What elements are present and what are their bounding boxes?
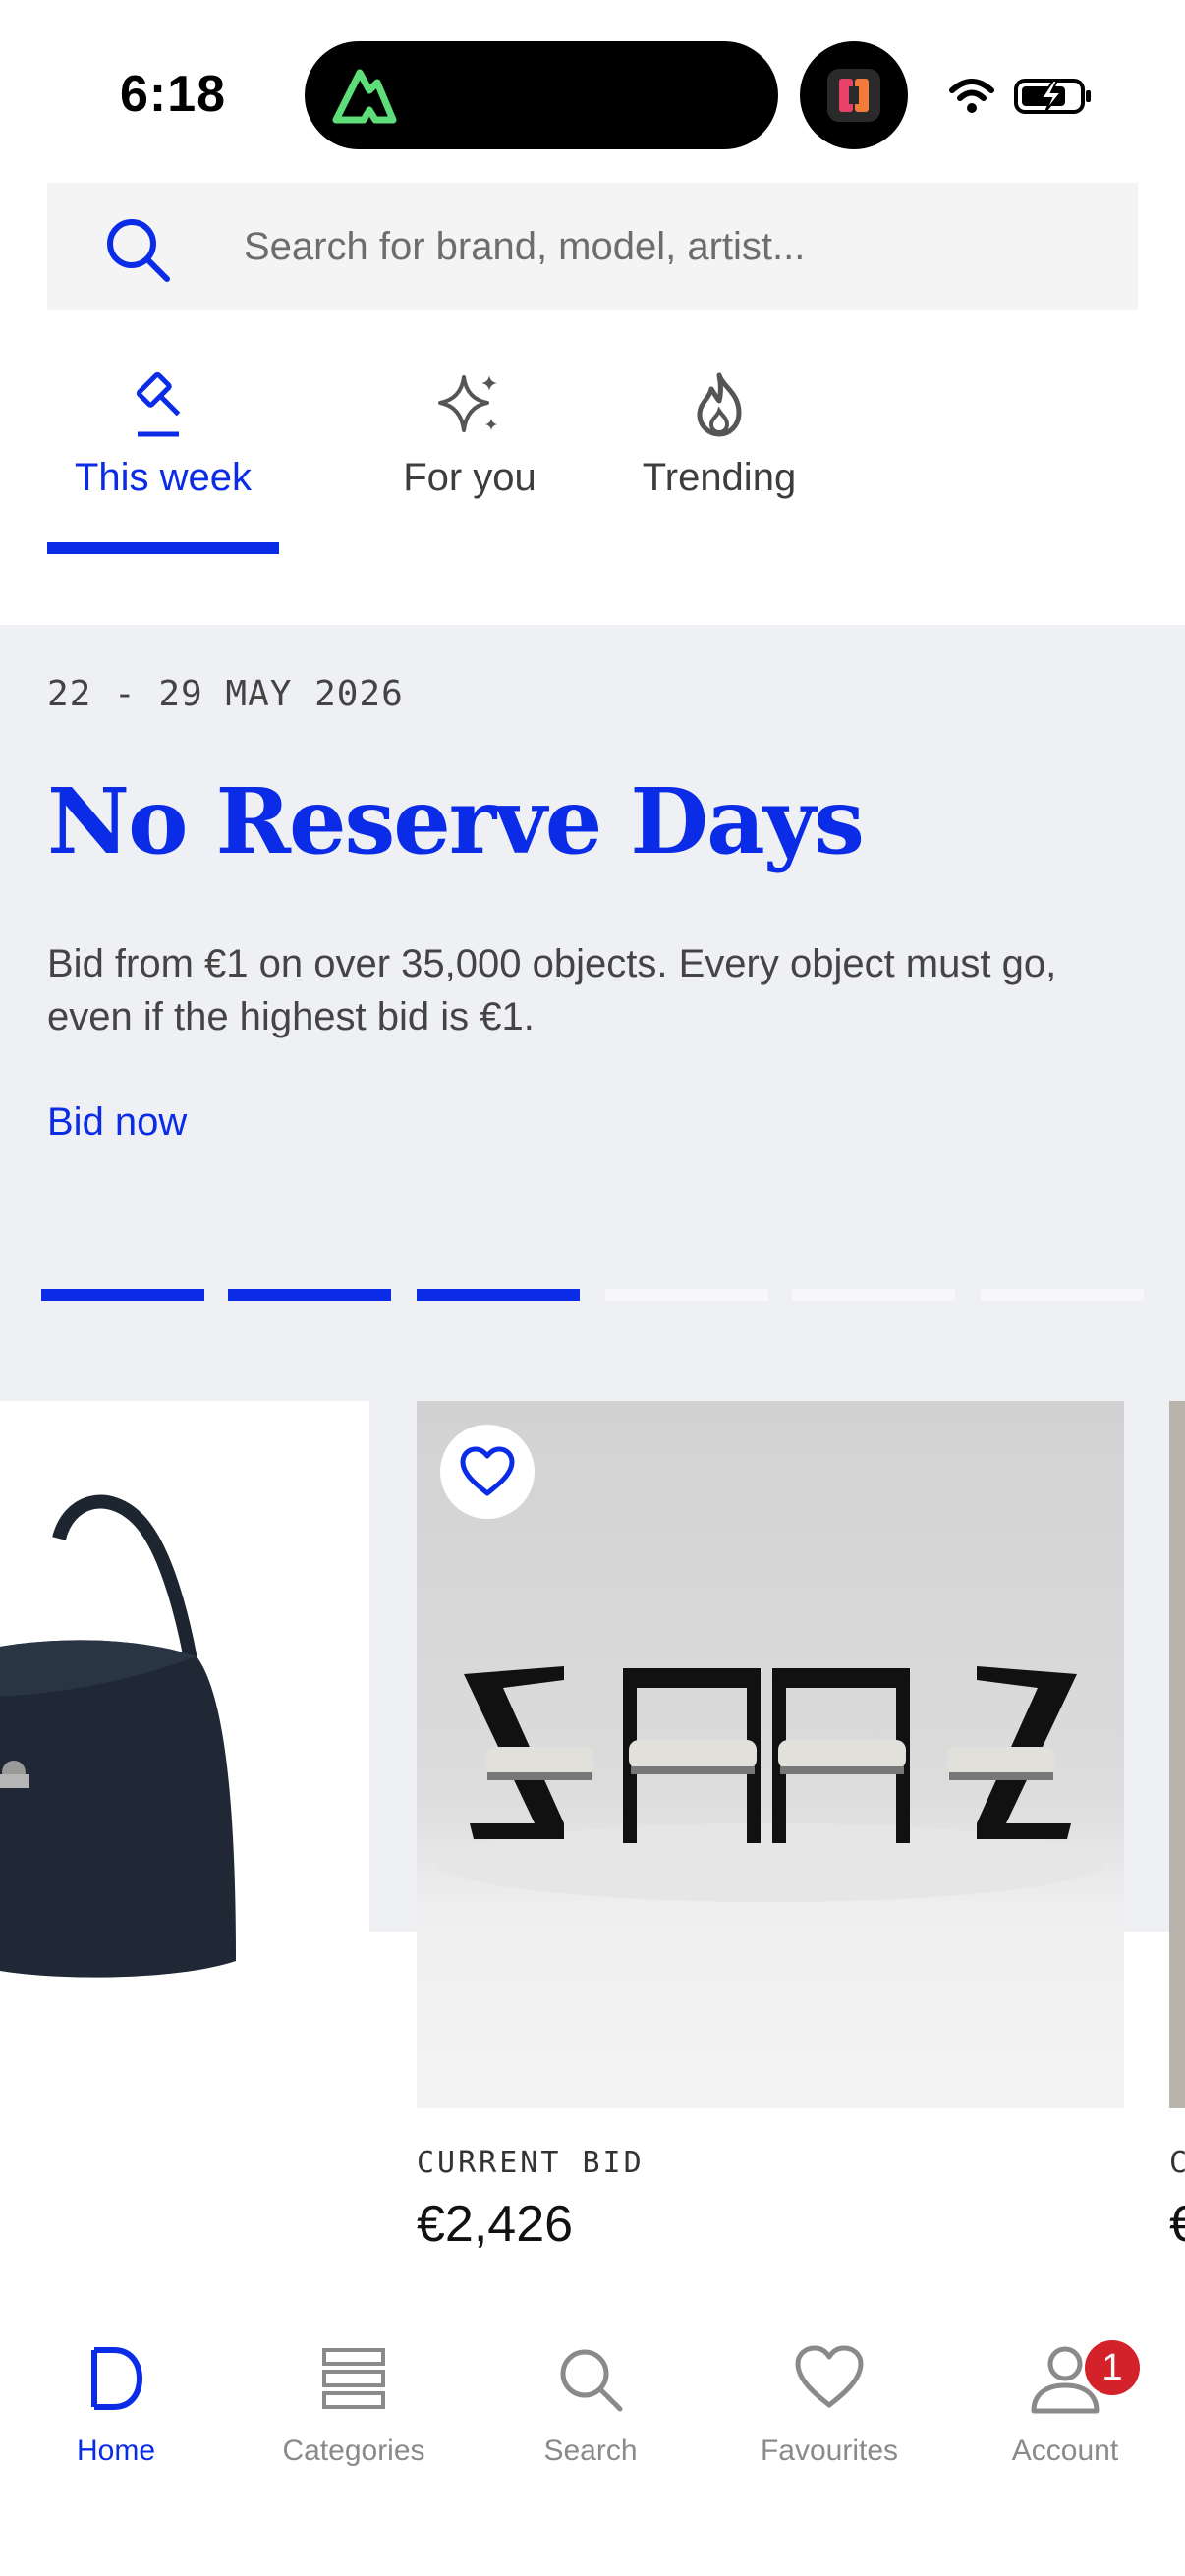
nav-label: Search — [543, 2435, 638, 2467]
battery-charging-icon — [1014, 79, 1091, 114]
notification-badge: 1 — [1085, 2340, 1140, 2395]
handbag-photo — [0, 1401, 369, 2108]
heart-icon — [460, 1446, 515, 1496]
sparkle-icon — [438, 375, 497, 432]
tab-label: This week — [74, 456, 253, 499]
nav-favourites[interactable]: Favourites — [721, 2299, 937, 2495]
nav-label: Categories — [282, 2435, 425, 2467]
carousel-segment — [605, 1289, 768, 1301]
tab-for-you[interactable]: For you — [352, 360, 588, 556]
nav-search[interactable]: Search — [482, 2299, 699, 2495]
tab-label: Trending — [642, 456, 797, 499]
next-bid-label: C — [1169, 2146, 1185, 2180]
active-tab-indicator — [47, 542, 279, 554]
search-icon — [107, 219, 170, 282]
banner-title: No Reserve Days — [47, 768, 865, 874]
search-input[interactable] — [244, 212, 1108, 281]
nav-label: Favourites — [760, 2435, 899, 2467]
carousel-segment — [41, 1289, 204, 1301]
gavel-icon — [136, 371, 181, 437]
carousel-segment — [417, 1289, 580, 1301]
tab-bar: This week For you Trending — [47, 360, 1138, 556]
tab-trending[interactable]: Trending — [590, 360, 849, 556]
signal-app-icon — [332, 69, 397, 124]
heart-icon — [795, 2345, 864, 2408]
nav-label: Home — [76, 2435, 156, 2467]
nav-categories[interactable]: Categories — [246, 2299, 462, 2495]
flame-icon — [697, 372, 742, 437]
dynamic-island — [305, 41, 778, 149]
lot-card-next[interactable] — [1169, 1401, 1185, 2108]
current-bid-label: CURRENT BID — [417, 2146, 645, 2180]
chairs-photo — [436, 1666, 1104, 1902]
live-activity-indicator — [800, 41, 908, 149]
lot-card-previous[interactable] — [0, 1401, 369, 2108]
home-icon — [91, 2347, 143, 2410]
lot-card[interactable]: CURRENT BID €2,426 — [417, 1401, 1124, 2266]
nav-label: Account — [1011, 2435, 1119, 2467]
banner-description: Bid from €1 on over 35,000 objects. Ever… — [47, 942, 1057, 1038]
banner-date: 22 - 29 MAY 2026 — [47, 674, 404, 714]
search-icon — [560, 2349, 623, 2412]
current-bid-value: €2,426 — [417, 2196, 574, 2253]
status-icons — [949, 71, 1097, 122]
bottom-navigation: Home Categories Search Favourites Accoun… — [0, 2299, 1185, 2576]
next-bid-value: € — [1169, 2196, 1185, 2253]
categories-icon — [322, 2348, 385, 2409]
carousel-segment — [228, 1289, 391, 1301]
app-activity-icon — [827, 69, 880, 122]
bid-now-link[interactable]: Bid now — [47, 1100, 187, 1145]
status-time: 6:18 — [120, 66, 227, 123]
lot-photo[interactable] — [417, 1401, 1124, 2108]
tab-label: For you — [403, 456, 536, 499]
wifi-icon — [949, 79, 994, 113]
tab-this-week[interactable]: This week — [47, 360, 279, 556]
carousel-segment — [792, 1289, 955, 1301]
nav-account[interactable]: Account — [957, 2299, 1173, 2495]
carousel-segment — [981, 1289, 1144, 1301]
favourite-button[interactable] — [440, 1425, 535, 1519]
carousel-progress — [41, 1289, 1152, 1301]
search-bar[interactable] — [47, 183, 1138, 310]
nav-home[interactable]: Home — [8, 2299, 224, 2495]
status-bar: 6:18 — [0, 0, 1185, 177]
